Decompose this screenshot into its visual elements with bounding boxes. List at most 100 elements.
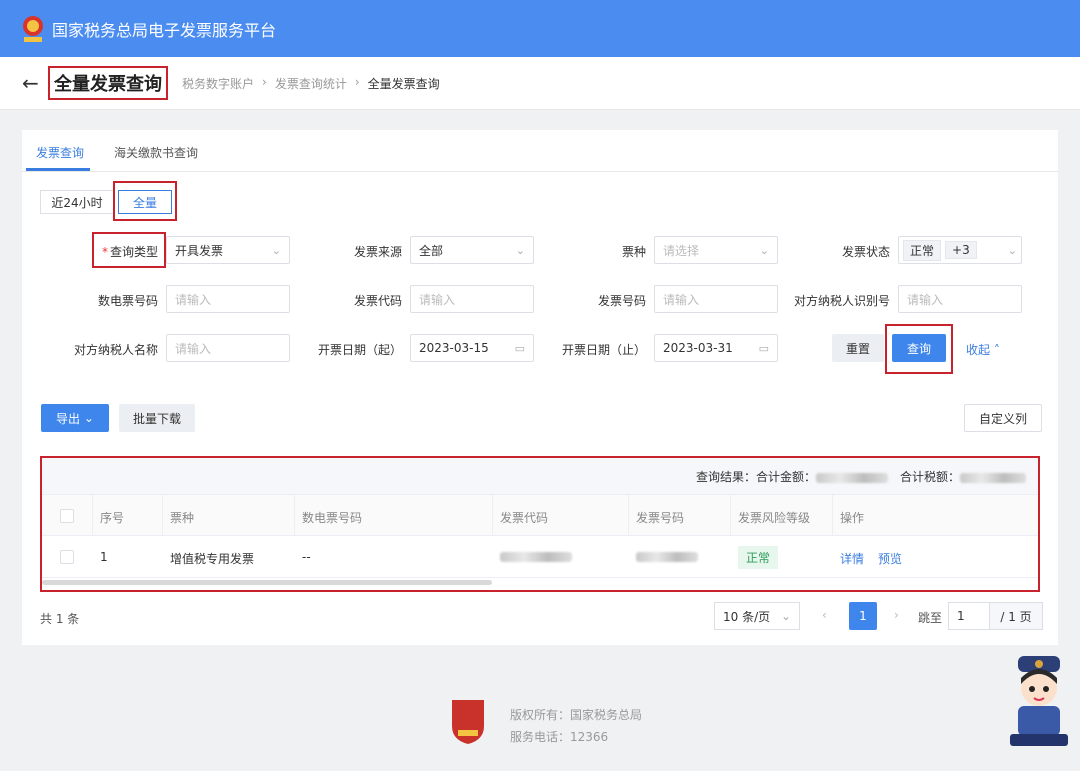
back-arrow-icon[interactable]: ← — [22, 71, 46, 95]
export-button[interactable]: 导出 ⌄ — [41, 404, 109, 432]
blurred-amount — [816, 472, 889, 483]
date-start-input[interactable]: 2023-03-15 ▭ — [410, 334, 534, 362]
goto-page-value: 1 — [957, 609, 965, 623]
results-table: 查询结果：合计金额： 合计税额： 序号 票种 数电票号码 发票代码 发票号码 发… — [40, 456, 1040, 592]
range-24h-button[interactable]: 近24小时 — [40, 190, 114, 214]
column-header: 发票号码 — [636, 511, 685, 525]
tab-bar: 发票查询 海关缴款书查询 — [22, 130, 1058, 172]
table-header: 序号 票种 数电票号码 发票代码 发票号码 发票风险等级 操作 — [42, 494, 1038, 536]
column-header: 发票代码 — [500, 511, 549, 525]
column-divider — [294, 494, 295, 536]
invoice-kind-label: 票种 — [621, 245, 646, 259]
column-header: 数电票号码 — [302, 511, 363, 525]
invoice-number-placeholder: 请输入 — [663, 292, 700, 307]
preview-link[interactable]: 预览 — [878, 550, 902, 567]
highlight-box — [113, 181, 177, 221]
page-title: 全量发票查询 — [48, 66, 168, 100]
blurred-invoice-number — [636, 552, 698, 562]
invoice-status-select[interactable]: 正常 +3 ⌄ — [898, 236, 1022, 264]
invoice-code-input[interactable]: 请输入 — [410, 285, 534, 313]
date-end-value: 2023-03-31 — [663, 341, 733, 355]
assistant-mascot-icon[interactable] — [1006, 650, 1072, 748]
breadcrumb: 税务数字账户 › 发票查询统计 › 全量发票查询 — [182, 75, 440, 92]
blurred-tax — [960, 472, 1027, 483]
counterparty-taxid-placeholder: 请输入 — [907, 292, 944, 307]
select-all-checkbox[interactable] — [60, 509, 74, 523]
status-more-tag: +3 — [945, 241, 977, 259]
invoice-kind-placeholder: 请选择 — [663, 243, 700, 258]
column-divider — [730, 494, 731, 536]
tab-customs-query[interactable]: 海关缴款书查询 — [114, 144, 198, 161]
detail-link[interactable]: 详情 — [840, 550, 864, 567]
table-row[interactable]: 1 增值税专用发票 -- 正常 详情 预览 — [42, 536, 1038, 578]
invoice-status-label: 发票状态 — [841, 245, 890, 259]
invoice-source-value: 全部 — [419, 243, 444, 258]
column-divider — [492, 494, 493, 536]
platform-title: 国家税务总局电子发票服务平台 — [52, 20, 277, 40]
next-page-icon[interactable]: › — [894, 608, 899, 622]
counterparty-name-label: 对方纳税人名称 — [73, 343, 158, 357]
status-tag: 正常 — [903, 239, 942, 261]
custom-columns-button[interactable]: 自定义列 — [964, 404, 1042, 432]
date-end-input[interactable]: 2023-03-31 ▭ — [654, 334, 778, 362]
total-tax-label: 合计税额： — [900, 470, 961, 484]
invoice-number-label: 发票号码 — [597, 294, 646, 308]
result-summary: 查询结果：合计金额： 合计税额： — [42, 458, 1038, 494]
chevron-down-icon: ⌄ — [759, 243, 769, 257]
copyright-text: 版权所有：国家税务总局 — [510, 708, 643, 722]
row-checkbox[interactable] — [60, 550, 74, 564]
highlight-box — [92, 232, 166, 268]
prev-page-icon[interactable]: ‹ — [822, 608, 827, 622]
e-invoice-no-placeholder: 请输入 — [175, 292, 212, 307]
current-page-button[interactable]: 1 — [849, 602, 877, 630]
cell-kind: 增值税专用发票 — [170, 552, 255, 566]
chevron-down-icon: ⌄ — [515, 243, 525, 257]
query-type-select[interactable]: 开具发票 ⌄ — [166, 236, 290, 264]
blurred-invoice-code — [500, 552, 572, 562]
invoice-source-label: 发票来源 — [353, 245, 402, 259]
counterparty-taxid-label: 对方纳税人识别号 — [793, 294, 890, 308]
column-divider — [162, 494, 163, 536]
top-bar: 国家税务总局电子发票服务平台 — [0, 0, 1080, 57]
highlight-box — [885, 324, 953, 374]
reset-button[interactable]: 重置 — [832, 334, 884, 362]
goto-page-input[interactable]: 1 — [948, 602, 990, 630]
chevron-down-icon: ⌄ — [780, 609, 791, 623]
main-card: 发票查询 海关缴款书查询 近24小时 全量 * 查询类型 开具发票 ⌄ 发票来源 全… — [22, 130, 1058, 645]
e-invoice-no-label: 数电票号码 — [97, 294, 158, 308]
column-header: 操作 — [840, 511, 865, 525]
breadcrumb-current: 全量发票查询 — [367, 76, 440, 91]
calendar-icon: ▭ — [514, 341, 525, 355]
counterparty-taxid-input[interactable]: 请输入 — [898, 285, 1022, 313]
collapse-link[interactable]: 收起 ˄ — [966, 341, 1000, 358]
collapse-label: 收起 — [966, 343, 991, 357]
hotline-text: 服务电话：12366 — [510, 730, 609, 744]
total-tax: 合计税额： — [900, 468, 1027, 485]
page-size-value: 10 条/页 — [723, 609, 771, 624]
cell-index: 1 — [100, 550, 108, 564]
counterparty-name-input[interactable]: 请输入 — [166, 334, 290, 362]
counterparty-name-placeholder: 请输入 — [175, 341, 212, 356]
query-type-value: 开具发票 — [175, 243, 224, 258]
party-badge-icon — [448, 696, 488, 746]
horizontal-scrollbar[interactable] — [42, 580, 492, 585]
e-invoice-no-input[interactable]: 请输入 — [166, 285, 290, 313]
column-divider — [92, 494, 93, 536]
date-end-label: 开票日期（止） — [561, 343, 646, 357]
page-size-select[interactable]: 10 条/页 ⌄ — [714, 602, 800, 630]
date-start-value: 2023-03-15 — [419, 341, 489, 355]
calendar-icon: ▭ — [758, 341, 769, 355]
breadcrumb-item[interactable]: 发票查询统计 — [275, 75, 347, 92]
tab-invoice-query[interactable]: 发票查询 — [36, 144, 84, 161]
invoice-source-select[interactable]: 全部 ⌄ — [410, 236, 534, 264]
invoice-kind-select[interactable]: 请选择 ⌄ — [654, 236, 778, 264]
tax-emblem-icon — [20, 14, 46, 44]
batch-download-button[interactable]: 批量下载 — [119, 404, 195, 432]
column-header: 序号 — [100, 511, 125, 525]
invoice-number-input[interactable]: 请输入 — [654, 285, 778, 313]
breadcrumb-item[interactable]: 税务数字账户 — [182, 75, 254, 92]
total-amount-label: 查询结果：合计金额： — [696, 470, 817, 484]
column-divider — [628, 494, 629, 536]
total-count: 共 1 条 — [40, 612, 80, 626]
invoice-code-placeholder: 请输入 — [419, 292, 456, 307]
